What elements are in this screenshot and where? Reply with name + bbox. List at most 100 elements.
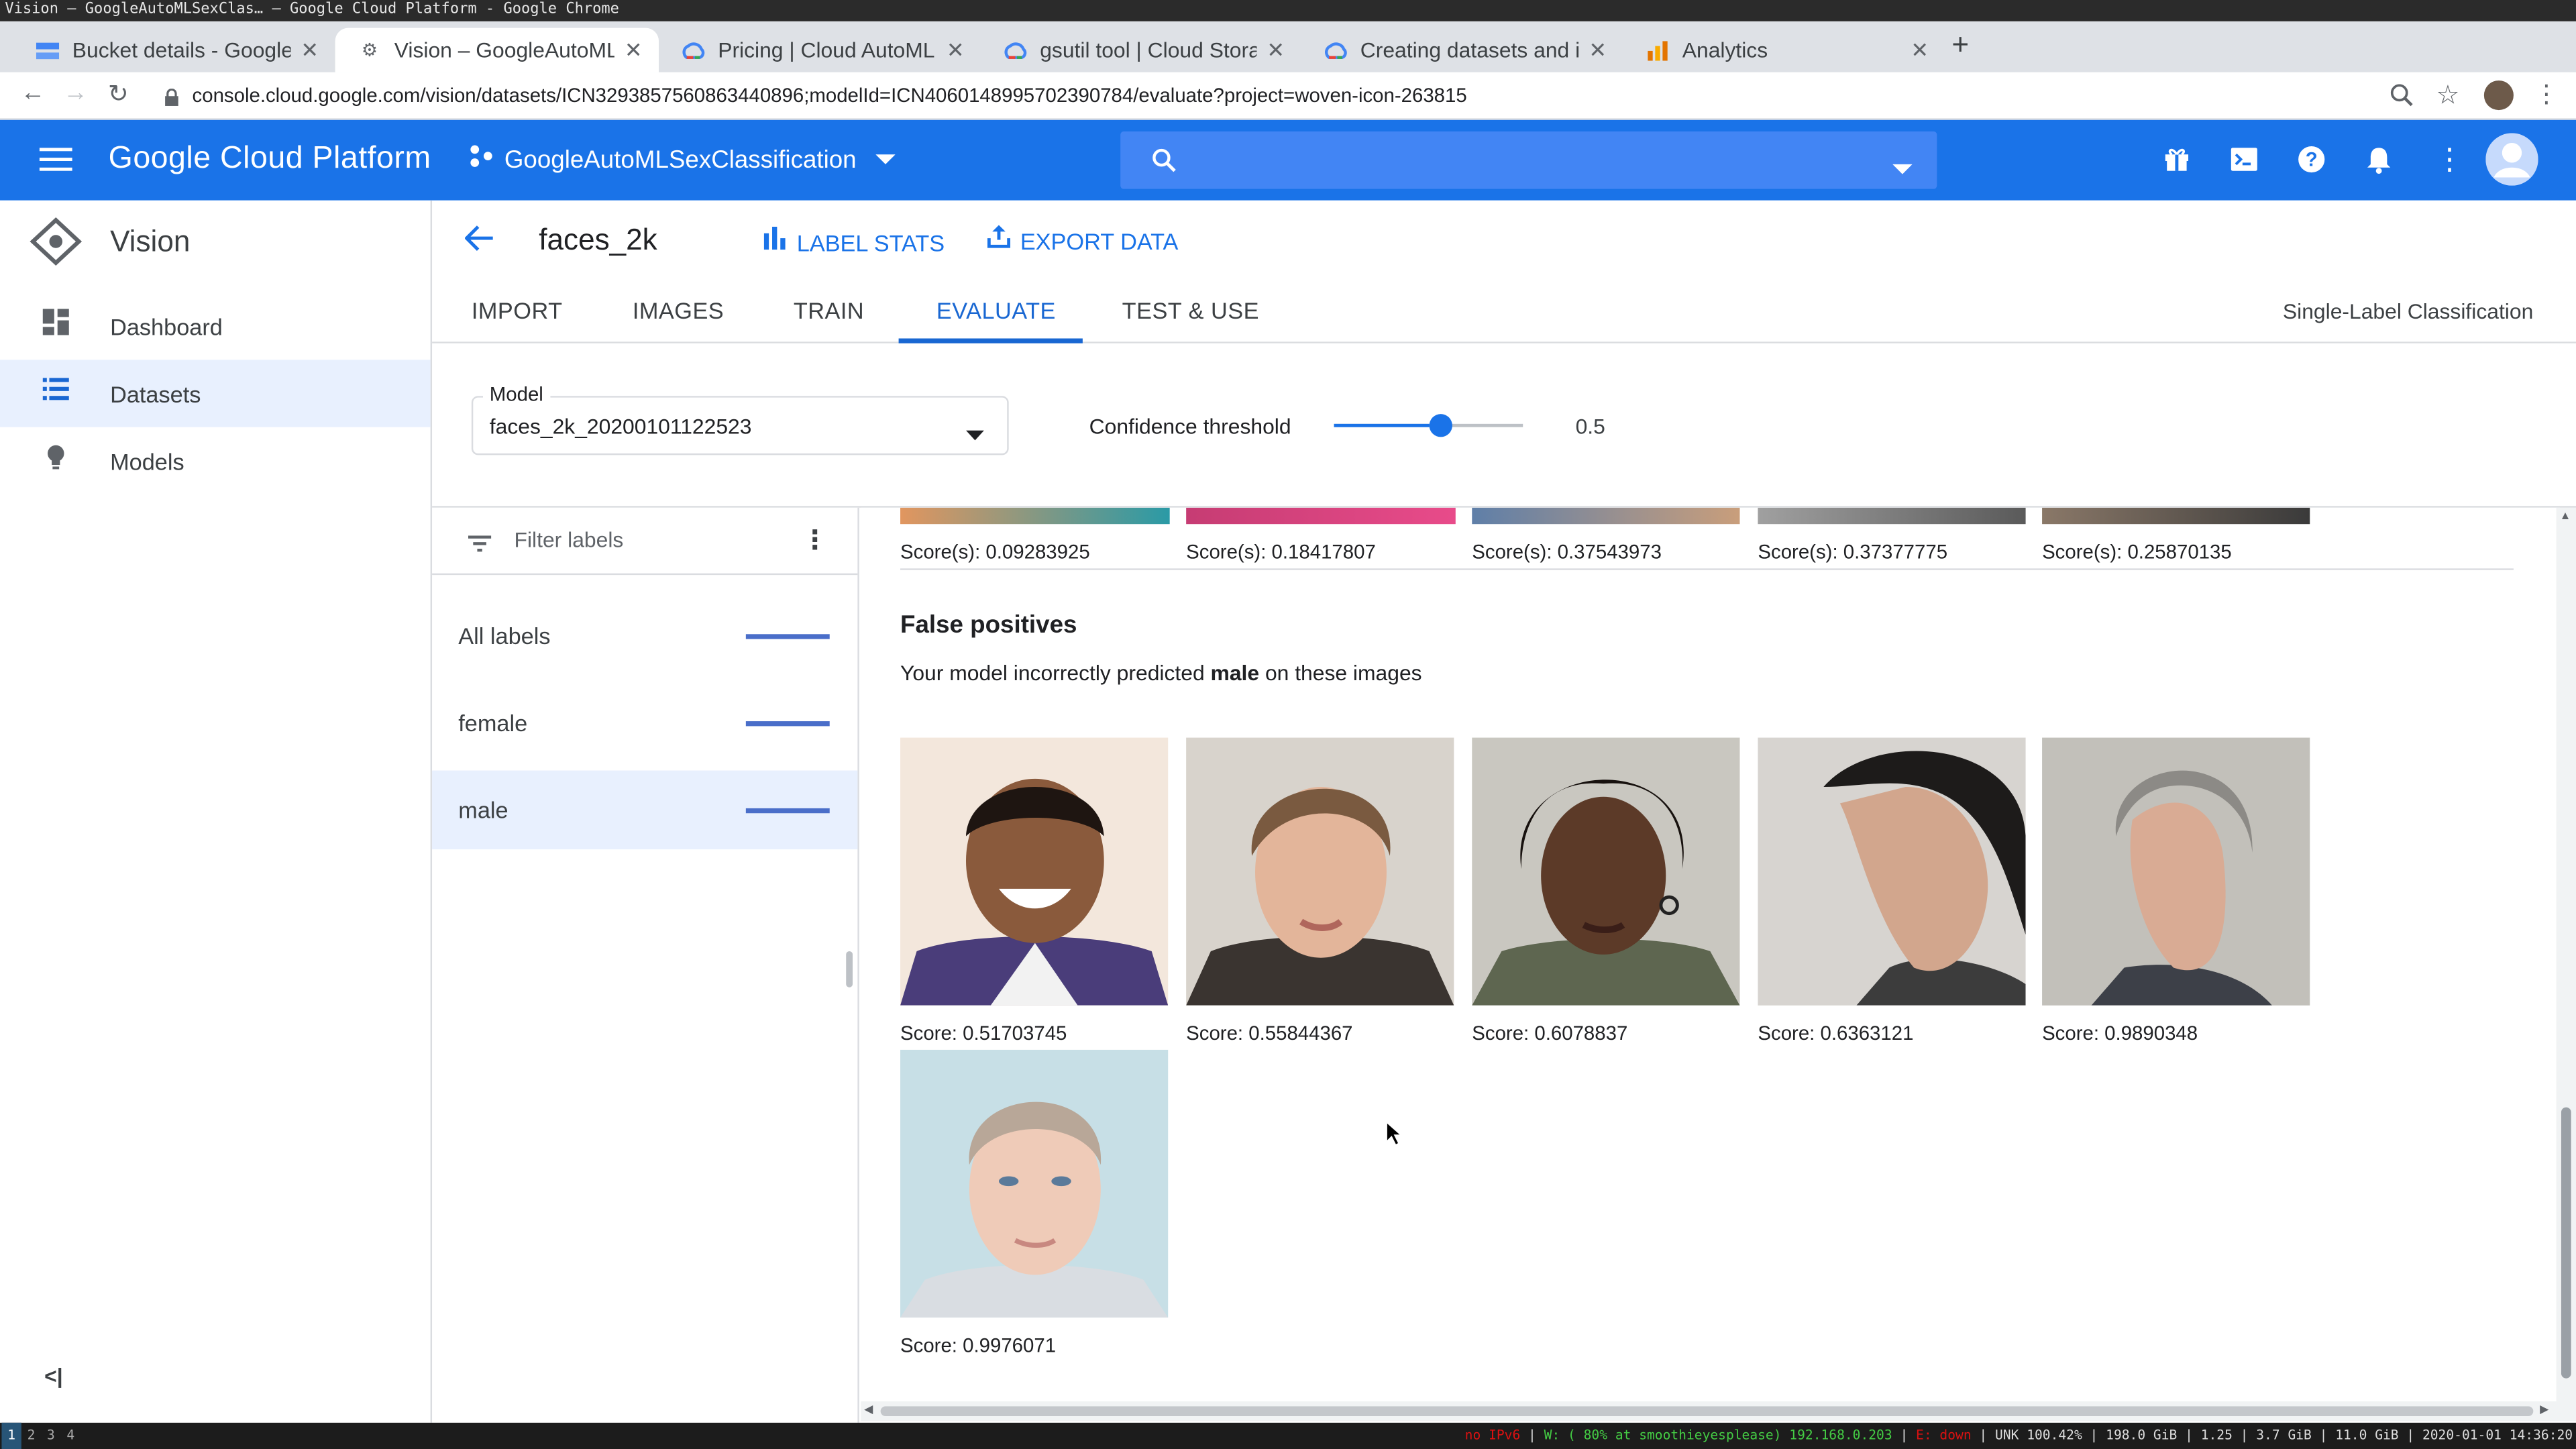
image-thumbnail[interactable] bbox=[900, 737, 1169, 1006]
project-selector[interactable]: GoogleAutoMLSexClassification bbox=[468, 143, 896, 176]
false-positives-heading: False positives bbox=[900, 611, 1077, 639]
close-icon[interactable]: ✕ bbox=[1589, 37, 1607, 63]
bar-chart-icon bbox=[763, 226, 787, 258]
gear-icon: ⚙ bbox=[361, 41, 378, 61]
new-tab-button[interactable]: + bbox=[1951, 28, 1969, 62]
image-score: Score(s): 0.37377775 bbox=[1758, 540, 1948, 564]
gcloud-icon bbox=[1324, 39, 1347, 62]
tab-train[interactable]: TRAIN bbox=[794, 279, 864, 343]
model-select-value: faces_2k_20200101122523 bbox=[489, 414, 752, 439]
more-vert-icon[interactable]: ⋮ bbox=[2434, 143, 2464, 177]
system-status-bar: 1234 no IPv6 | W: ( 80% at smoothieyespl… bbox=[0, 1422, 2576, 1449]
browser-tab-bucket[interactable]: Bucket details - GoogleAu ✕ bbox=[13, 28, 335, 72]
url-bar[interactable]: console.cloud.google.com/vision/datasets… bbox=[193, 79, 1467, 112]
cloud-shell-icon[interactable] bbox=[2231, 146, 2257, 180]
label-item-all[interactable]: All labels bbox=[432, 596, 857, 676]
close-icon[interactable]: ✕ bbox=[1267, 37, 1285, 63]
label-item-female[interactable]: female bbox=[432, 684, 857, 763]
filter-labels-bar: Filter labels ⋮ bbox=[432, 508, 858, 576]
account-avatar-icon[interactable] bbox=[2485, 133, 2538, 194]
analytics-icon bbox=[1646, 39, 1669, 62]
vision-logo-icon bbox=[30, 217, 83, 274]
browser-menu-icon[interactable]: ⋮ bbox=[2530, 79, 2563, 109]
back-arrow-icon[interactable] bbox=[464, 225, 494, 260]
chevron-down-icon[interactable] bbox=[1892, 154, 1913, 184]
scroll-left-icon[interactable]: ◀ bbox=[864, 1403, 873, 1416]
tab-test-use[interactable]: TEST & USE bbox=[1122, 279, 1259, 343]
face-photo bbox=[1472, 780, 1740, 1006]
collapse-nav-icon[interactable]: <| bbox=[44, 1364, 63, 1389]
gcp-product-title[interactable]: Google Cloud Platform bbox=[109, 142, 431, 178]
image-score: Score(s): 0.09283925 bbox=[900, 540, 1090, 564]
gcp-search-bar[interactable] bbox=[1120, 131, 1937, 189]
lock-icon[interactable] bbox=[164, 85, 179, 115]
image-thumbnail[interactable] bbox=[1758, 507, 2026, 525]
image-score: Score: 0.9976071 bbox=[900, 1334, 1057, 1357]
image-thumbnail[interactable] bbox=[900, 507, 1170, 525]
false-positives-description: Your model incorrectly predicted male on… bbox=[900, 660, 1422, 686]
more-vert-icon[interactable]: ⋮ bbox=[802, 524, 828, 557]
workspace-button[interactable]: 1 bbox=[1, 1422, 21, 1449]
image-thumbnail[interactable] bbox=[1472, 507, 1740, 525]
confidence-slider-track[interactable] bbox=[1334, 414, 1523, 437]
sidebar-item-dashboard[interactable]: Dashboard bbox=[0, 292, 431, 360]
scroll-right-icon[interactable]: ▶ bbox=[2540, 1403, 2548, 1416]
model-select[interactable]: Model faces_2k_20200101122523 bbox=[471, 382, 1009, 455]
tab-images[interactable]: IMAGES bbox=[633, 279, 724, 343]
hamburger-menu-icon[interactable] bbox=[39, 146, 72, 180]
scroll-up-icon[interactable]: ▲ bbox=[2560, 511, 2571, 523]
panel-resize-handle[interactable] bbox=[846, 951, 853, 987]
sidebar-item-datasets[interactable]: Datasets bbox=[0, 360, 431, 427]
browser-tab-gsutil[interactable]: gsutil tool | Cloud Storage ✕ bbox=[981, 28, 1301, 72]
label-filter-panel: Filter labels ⋮ All labels female male bbox=[432, 507, 859, 1423]
close-icon[interactable]: ✕ bbox=[1911, 37, 1929, 63]
zoom-icon[interactable] bbox=[2389, 82, 2415, 116]
close-icon[interactable]: ✕ bbox=[301, 37, 319, 63]
image-thumbnail[interactable] bbox=[2042, 507, 2310, 525]
close-icon[interactable]: ✕ bbox=[625, 37, 643, 63]
filter-labels-input[interactable]: Filter labels bbox=[515, 527, 624, 552]
gift-icon[interactable] bbox=[2163, 146, 2190, 180]
window-title: Vision – GoogleAutoMLSexClas… – Google C… bbox=[0, 0, 2576, 21]
image-thumbnail[interactable] bbox=[1472, 737, 1740, 1006]
storage-icon bbox=[36, 39, 60, 62]
workspace-button[interactable]: 3 bbox=[41, 1423, 60, 1449]
label-bar bbox=[745, 720, 830, 726]
horizontal-scrollbar[interactable]: ◀ ▶ bbox=[861, 1401, 2576, 1421]
label-item-male[interactable]: male bbox=[432, 770, 858, 850]
image-thumbnail[interactable] bbox=[900, 1049, 1169, 1318]
model-select-label: Model bbox=[483, 382, 550, 406]
browser-tab-vision[interactable]: ⚙ Vision – GoogleAutoMLSe ✕ bbox=[335, 28, 659, 72]
list-icon bbox=[40, 378, 72, 409]
vertical-scroll-thumb[interactable] bbox=[2561, 1107, 2571, 1379]
close-icon[interactable]: ✕ bbox=[947, 37, 965, 63]
horizontal-scroll-thumb[interactable] bbox=[880, 1406, 2534, 1417]
sidebar-item-models[interactable]: Models bbox=[0, 427, 431, 494]
filter-icon bbox=[468, 531, 492, 560]
image-thumbnail[interactable] bbox=[1186, 507, 1456, 525]
reload-icon[interactable]: ↻ bbox=[102, 79, 135, 109]
tab-import[interactable]: IMPORT bbox=[472, 279, 563, 343]
image-thumbnail[interactable] bbox=[2042, 737, 2310, 1006]
help-icon[interactable]: ? bbox=[2297, 145, 2326, 182]
label-stats-button[interactable]: LABEL STATS bbox=[763, 226, 945, 258]
confidence-slider-thumb[interactable] bbox=[1428, 414, 1452, 437]
gcloud-icon bbox=[682, 39, 705, 62]
browser-tab-analytics[interactable]: Analytics ✕ bbox=[1623, 28, 1945, 72]
profile-avatar[interactable] bbox=[2483, 80, 2514, 111]
notifications-icon[interactable] bbox=[2366, 145, 2392, 182]
tab-evaluate[interactable]: EVALUATE bbox=[936, 279, 1056, 343]
star-icon[interactable]: ☆ bbox=[2431, 79, 2464, 112]
export-data-button[interactable]: EXPORT DATA bbox=[987, 225, 1178, 257]
image-score: Score: 0.51703745 bbox=[900, 1022, 1067, 1045]
workspace-button[interactable]: 4 bbox=[61, 1423, 80, 1449]
browser-tab-creating-datasets[interactable]: Creating datasets and imp ✕ bbox=[1301, 28, 1623, 72]
forward-arrow-icon[interactable]: → bbox=[59, 79, 92, 107]
back-arrow-icon[interactable]: ← bbox=[16, 79, 49, 107]
browser-tab-pricing[interactable]: Pricing | Cloud AutoML V ✕ bbox=[659, 28, 981, 72]
image-thumbnail[interactable] bbox=[1186, 737, 1454, 1006]
vertical-scrollbar[interactable]: ▲ bbox=[2556, 507, 2576, 1401]
browser-toolbar: ← → ↻ console.cloud.google.com/vision/da… bbox=[0, 72, 2576, 120]
workspace-button[interactable]: 2 bbox=[21, 1423, 41, 1449]
image-thumbnail[interactable] bbox=[1758, 737, 2026, 1006]
